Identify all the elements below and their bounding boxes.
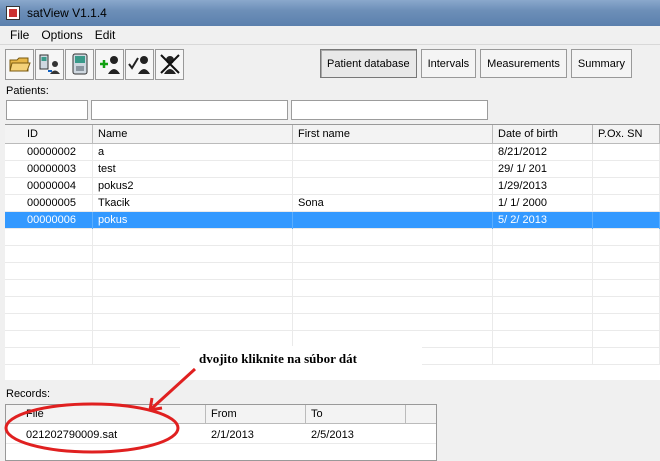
tab-summary[interactable]: Summary: [570, 49, 632, 78]
cell-id: 00000002: [5, 144, 93, 161]
column-header-from[interactable]: From: [206, 405, 306, 424]
table-row[interactable]: 00000002 a 8/21/2012: [5, 144, 660, 161]
table-row[interactable]: 00000004 pokus2 1/29/2013: [5, 178, 660, 195]
cell-first-name: Sona: [293, 195, 493, 212]
column-header-to[interactable]: To: [306, 405, 406, 424]
empty-row: [5, 297, 660, 314]
table-row[interactable]: 00000005 Tkacik Sona 1/ 1/ 2000: [5, 195, 660, 212]
cell-pox-sn: [593, 178, 660, 195]
confirm-patient-icon: [127, 56, 150, 74]
add-patient-button[interactable]: [95, 48, 124, 80]
cell-date-of-birth: 29/ 1/ 201: [493, 161, 593, 178]
window-title: satView V1.1.4: [27, 6, 107, 20]
table-row[interactable]: 00000003 test 29/ 1/ 201: [5, 161, 660, 178]
tab-patient-database[interactable]: Patient database: [320, 49, 417, 78]
confirm-patient-button[interactable]: [125, 48, 154, 80]
open-button[interactable]: [5, 48, 34, 80]
column-header-first-name[interactable]: First name: [293, 125, 493, 144]
cell-name: test: [93, 161, 293, 178]
cell-date-of-birth: 1/ 1/ 2000: [493, 195, 593, 212]
records-table[interactable]: File From To 021202790009.sat 2/1/2013 2…: [5, 404, 437, 461]
cell-id: 00000005: [5, 195, 93, 212]
annotation-text: dvojito kliknite na súbor dát: [199, 351, 357, 366]
menu-options[interactable]: Options: [35, 28, 88, 42]
cell-first-name: [293, 178, 493, 195]
cell-id: 00000004: [5, 178, 93, 195]
view-tabs: Patient database Intervals Measurements …: [320, 49, 636, 78]
toolbar: Patient database Intervals Measurements …: [0, 45, 660, 83]
delete-patient-icon: [159, 54, 180, 74]
cell-id: 00000003: [5, 161, 93, 178]
table-row[interactable]: 021202790009.sat 2/1/2013 2/5/2013: [6, 424, 436, 444]
patients-table-header: ID Name First name Date of birth P.Ox. S…: [5, 125, 660, 144]
table-row-selected[interactable]: 00000006 pokus 5/ 2/ 2013: [5, 212, 660, 229]
cell-pox-sn: [593, 144, 660, 161]
cell-name: Tkacik: [93, 195, 293, 212]
records-label: Records:: [6, 388, 51, 400]
cell-pox-sn: [593, 212, 660, 229]
delete-patient-button[interactable]: [155, 48, 184, 80]
add-patient-icon: [99, 56, 120, 74]
cell-first-name: [293, 212, 493, 229]
patients-label: Patients:: [6, 85, 49, 97]
column-header-pox-sn[interactable]: P.Ox. SN: [593, 125, 660, 144]
tab-measurements[interactable]: Measurements: [480, 49, 567, 78]
empty-row: [5, 263, 660, 280]
column-header-file[interactable]: File: [6, 405, 206, 424]
cell-pox-sn: [593, 195, 660, 212]
title-bar: satView V1.1.4: [0, 0, 660, 26]
cell-date-of-birth: 1/29/2013: [493, 178, 593, 195]
patients-table-body: 00000002 a 8/21/2012 00000003 test 29/ 1…: [5, 144, 660, 365]
cell-file: 021202790009.sat: [26, 429, 118, 441]
empty-row: [5, 229, 660, 246]
column-header-id[interactable]: ID: [5, 125, 93, 144]
transfer-device-icon: [39, 54, 60, 74]
cell-to: 2/5/2013: [311, 429, 354, 441]
filter-name-input[interactable]: [91, 100, 288, 120]
open-folder-icon: [8, 57, 31, 72]
menu-edit[interactable]: Edit: [89, 28, 122, 42]
empty-row: [5, 314, 660, 331]
patient-filters: [6, 100, 491, 120]
filter-first-name-input[interactable]: [291, 100, 488, 120]
cell-pox-sn: [593, 161, 660, 178]
empty-row: [5, 246, 660, 263]
cell-first-name: [293, 144, 493, 161]
cell-first-name: [293, 161, 493, 178]
cell-name: a: [93, 144, 293, 161]
oximeter-device-icon: [72, 53, 87, 75]
cell-date-of-birth: 5/ 2/ 2013: [493, 212, 593, 229]
empty-row: [5, 280, 660, 297]
cell-name: pokus2: [93, 178, 293, 195]
cell-date-of-birth: 8/21/2012: [493, 144, 593, 161]
column-header-date-of-birth[interactable]: Date of birth: [493, 125, 593, 144]
filter-id-input[interactable]: [6, 100, 88, 120]
menu-bar: File Options Edit: [0, 26, 660, 45]
column-header-name[interactable]: Name: [93, 125, 293, 144]
patients-table[interactable]: ID Name First name Date of birth P.Ox. S…: [5, 124, 660, 380]
tab-intervals[interactable]: Intervals: [420, 49, 477, 78]
cell-name: pokus: [93, 212, 293, 229]
records-table-header: File From To: [6, 405, 436, 424]
oximeter-device-button[interactable]: [65, 48, 94, 80]
cell-from: 2/1/2013: [211, 429, 254, 441]
app-icon: [6, 6, 20, 20]
menu-file[interactable]: File: [4, 28, 35, 42]
transfer-device-button[interactable]: [35, 48, 64, 80]
cell-id: 00000006: [5, 212, 93, 229]
